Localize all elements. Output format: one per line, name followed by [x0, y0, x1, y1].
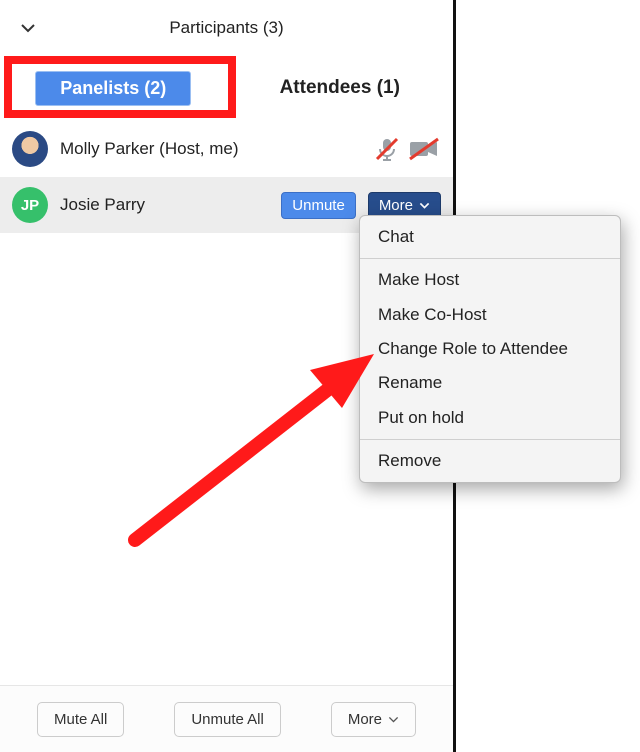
menu-separator — [360, 439, 620, 440]
unmute-all-label: Unmute All — [191, 711, 264, 728]
panel-footer: Mute All Unmute All More — [0, 685, 453, 752]
mic-muted-icon — [373, 135, 401, 163]
footer-more-label: More — [348, 711, 382, 728]
menu-item-rename[interactable]: Rename — [360, 366, 620, 400]
menu-separator — [360, 258, 620, 259]
menu-item-remove[interactable]: Remove — [360, 444, 620, 478]
tab-panelists-label: Panelists (2) — [35, 71, 191, 106]
participant-more-label: More — [379, 197, 413, 214]
unmute-all-button[interactable]: Unmute All — [174, 702, 281, 737]
menu-item-chat[interactable]: Chat — [360, 220, 620, 254]
mute-all-button[interactable]: Mute All — [37, 702, 124, 737]
menu-item-change-role[interactable]: Change Role to Attendee — [360, 332, 620, 366]
panel-header: Participants (3) — [0, 0, 453, 56]
avatar: JP — [12, 187, 48, 223]
tab-attendees-label: Attendees (1) — [280, 77, 400, 99]
avatar-initials: JP — [21, 197, 39, 214]
unmute-button[interactable]: Unmute — [281, 192, 356, 219]
footer-more-button[interactable]: More — [331, 702, 416, 737]
mute-all-label: Mute All — [54, 711, 107, 728]
menu-item-make-host[interactable]: Make Host — [360, 263, 620, 297]
participant-name: Josie Parry — [60, 195, 269, 215]
menu-item-make-cohost[interactable]: Make Co-Host — [360, 298, 620, 332]
panel-title: Participants (3) — [48, 18, 405, 38]
unmute-label: Unmute — [292, 197, 345, 214]
tabs-row: Panelists (2) Attendees (1) — [0, 56, 453, 120]
chevron-down-icon — [388, 714, 399, 725]
collapse-button[interactable] — [8, 8, 48, 48]
tab-panelists[interactable]: Panelists (2) — [0, 56, 227, 120]
avatar — [12, 131, 48, 167]
video-off-icon — [407, 135, 441, 163]
tab-attendees[interactable]: Attendees (1) — [227, 56, 454, 120]
chevron-down-icon — [419, 200, 430, 211]
menu-item-put-on-hold[interactable]: Put on hold — [360, 401, 620, 435]
participant-context-menu: Chat Make Host Make Co-Host Change Role … — [359, 215, 621, 483]
participant-row[interactable]: Molly Parker (Host, me) — [0, 121, 453, 177]
participant-name: Molly Parker (Host, me) — [60, 139, 361, 159]
chevron-down-icon — [20, 20, 36, 36]
